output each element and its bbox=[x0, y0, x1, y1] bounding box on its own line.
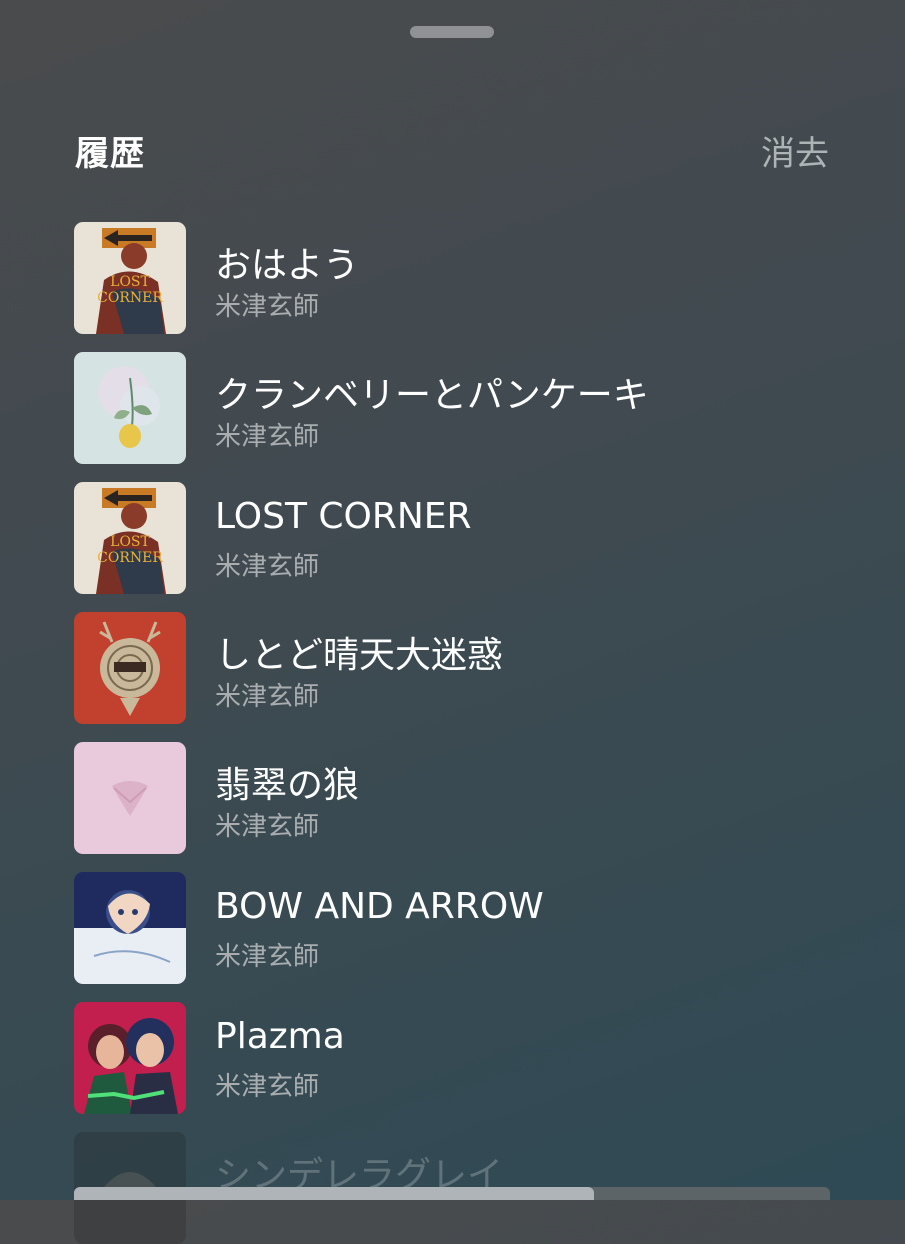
scrollbar[interactable] bbox=[74, 1187, 830, 1200]
yankee-art bbox=[74, 612, 186, 724]
track-artist: 米津玄師 bbox=[215, 682, 320, 712]
lost-corner-art: LOST CORNER bbox=[74, 482, 186, 594]
track-artist: 米津玄師 bbox=[215, 1072, 320, 1102]
track-row[interactable]: BOW AND ARROW 米津玄師 bbox=[74, 872, 834, 984]
track-title: 翡翠の狼 bbox=[215, 765, 360, 806]
track-row[interactable]: しとど晴天大迷惑 米津玄師 bbox=[74, 612, 834, 724]
track-title: しとど晴天大迷惑 bbox=[215, 635, 504, 676]
track-row[interactable]: クランベリーとパンケーキ 米津玄師 bbox=[74, 352, 834, 464]
track-artist: 米津玄師 bbox=[215, 812, 320, 842]
history-title: 履歴 bbox=[75, 134, 145, 174]
svg-text:CORNER: CORNER bbox=[97, 550, 163, 566]
lost-corner-art: LOST CORNER bbox=[74, 222, 186, 334]
lemon-art bbox=[74, 352, 186, 464]
track-artist: 米津玄師 bbox=[215, 942, 320, 972]
track-row[interactable]: LOST CORNER おはよう 米津玄師 bbox=[74, 222, 834, 334]
track-title: クランベリーとパンケーキ bbox=[215, 375, 649, 416]
svg-text:LOST: LOST bbox=[110, 534, 150, 550]
track-title: おはよう bbox=[215, 245, 360, 286]
track-row[interactable]: LOST CORNER LOST CORNER 米津玄師 bbox=[74, 482, 834, 594]
track-title: LOST CORNER bbox=[215, 496, 472, 537]
sheet-grabber-handle[interactable] bbox=[410, 26, 494, 38]
track-row[interactable]: 翡翠の狼 米津玄師 bbox=[74, 742, 834, 854]
plazma-art bbox=[74, 1002, 186, 1114]
track-title: Plazma bbox=[215, 1016, 345, 1057]
track-title: BOW AND ARROW bbox=[215, 886, 544, 927]
track-artist: 米津玄師 bbox=[215, 552, 320, 582]
svg-text:CORNER: CORNER bbox=[97, 290, 163, 306]
track-artist: 米津玄師 bbox=[215, 422, 320, 452]
svg-text:LOST: LOST bbox=[110, 274, 150, 290]
track-row[interactable]: Plazma 米津玄師 bbox=[74, 1002, 834, 1114]
pink-art bbox=[74, 742, 186, 854]
clear-history-button[interactable]: 消去 bbox=[761, 126, 829, 175]
bow-and-arrow-art bbox=[74, 872, 186, 984]
scrollbar-thumb[interactable] bbox=[74, 1187, 594, 1200]
track-artist: 米津玄師 bbox=[215, 292, 320, 322]
